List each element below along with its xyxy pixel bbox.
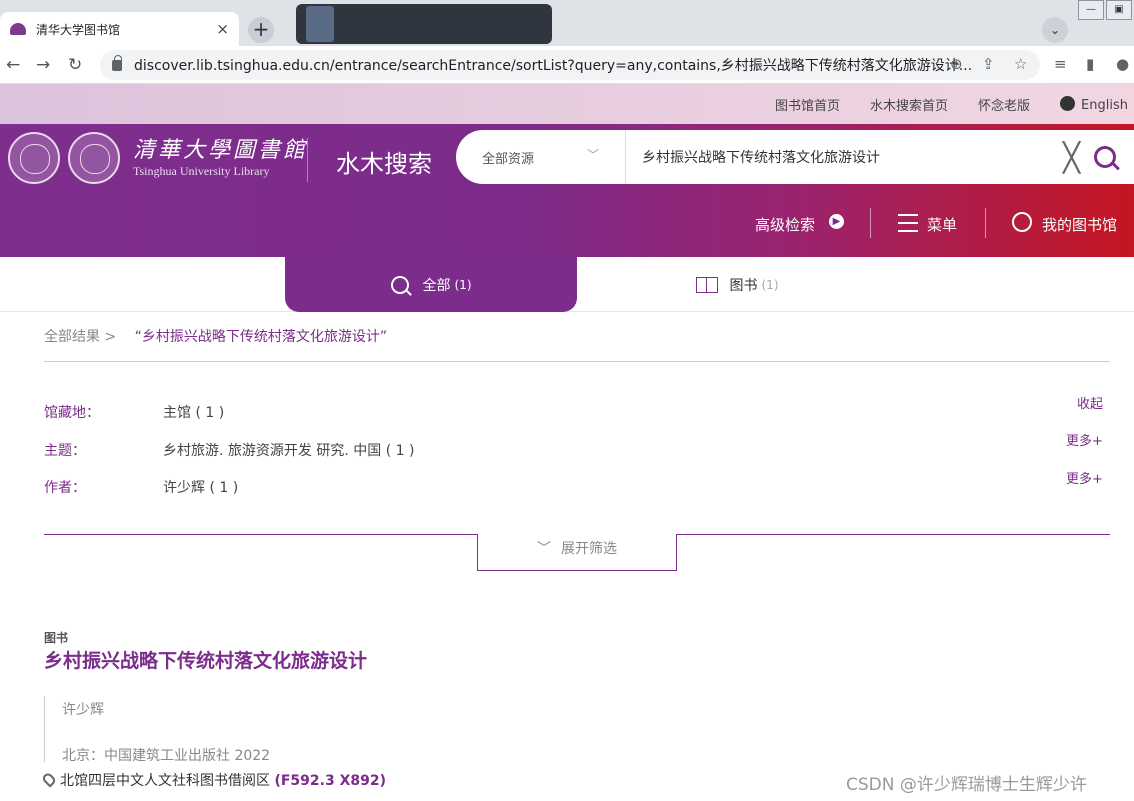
- facet-label-subject: 主题：: [44, 443, 86, 459]
- search-home-link[interactable]: 水木搜索首页: [870, 95, 948, 114]
- result-meta-bar: [44, 696, 45, 762]
- brand-title[interactable]: 水木搜索: [336, 144, 432, 179]
- my-library-link[interactable]: 我的图书馆: [1042, 214, 1117, 235]
- divider: [44, 361, 1110, 362]
- browser-tab-strip: 清华大学图书馆 × + ⌄ — ▣: [0, 0, 1134, 46]
- scope-select[interactable]: 全部资源 ﹀: [456, 130, 626, 184]
- minimize-button[interactable]: —: [1078, 0, 1104, 20]
- tab-all-label: 全部: [422, 277, 451, 294]
- tab-books-count: (1): [761, 277, 779, 292]
- reading-list-icon[interactable]: ≡: [1054, 55, 1067, 73]
- result-publisher: 北京：中国建筑工业出版社 2022: [62, 748, 271, 764]
- window-controls: — ▣: [1078, 0, 1132, 20]
- tab-search-button[interactable]: ⌄: [1042, 17, 1068, 43]
- location-pin-icon: [40, 771, 58, 788]
- star-icon[interactable]: ☆: [1014, 55, 1027, 73]
- university-seal-icon: [8, 132, 60, 184]
- library-building-icon: [68, 132, 120, 184]
- breadcrumb: 全部结果 > “乡村振兴战略下传统村落文化旅游设计”: [44, 326, 387, 346]
- more-subject-link[interactable]: 更多+: [1066, 430, 1103, 449]
- url-text: discover.lib.tsinghua.edu.cn/entrance/se…: [134, 58, 973, 74]
- logo-divider: [307, 138, 308, 182]
- tab-close-icon[interactable]: ×: [216, 20, 229, 38]
- result-location: 北馆四层中文人文社科图书借阅区 (F592.3 X892): [40, 770, 386, 790]
- result-tabs: 全部 (1) 图书 (1): [0, 257, 1134, 312]
- header-actions: 高级检索 ▶ 菜单 我的图书馆: [0, 208, 1134, 238]
- library-favicon-icon: [10, 23, 26, 35]
- library-logo-text[interactable]: 清華大學圖書館: [133, 132, 308, 164]
- menu-button[interactable]: 菜单: [927, 214, 957, 235]
- call-number: (F592.3 X892): [274, 773, 386, 789]
- tab-title: 清华大学图书馆: [36, 22, 121, 37]
- zoom-icon[interactable]: ⊕: [950, 55, 963, 73]
- result-author: 许少辉: [62, 702, 104, 718]
- watermark: CSDN @许少辉瑞博士生辉少许: [846, 775, 1087, 795]
- breadcrumb-root[interactable]: 全部结果 >: [44, 329, 116, 345]
- expand-filters-button[interactable]: ﹀ 展开筛选: [477, 534, 677, 571]
- result-type: 图书: [44, 631, 69, 645]
- profile-icon[interactable]: ●: [1116, 55, 1129, 73]
- top-links-bar: 图书馆首页 水木搜索首页 怀念老版 English: [0, 84, 1134, 124]
- english-link[interactable]: English: [1060, 95, 1128, 113]
- book-icon: [695, 276, 718, 293]
- result-title[interactable]: 乡村振兴战略下传统村落文化旅游设计: [44, 646, 367, 673]
- expand-line-right: [677, 534, 1110, 535]
- action-divider: [985, 208, 986, 238]
- video-thumbnail: [296, 4, 552, 44]
- facet-label-author: 作者：: [44, 480, 86, 496]
- facet-value-author[interactable]: 许少辉 ( 1 ): [163, 477, 238, 497]
- search-icon: [390, 275, 409, 294]
- library-logo-subtitle: Tsinghua University Library: [133, 164, 270, 178]
- facet-value-location[interactable]: 主馆 ( 1 ): [163, 402, 224, 422]
- collapse-link[interactable]: 收起: [1077, 393, 1103, 412]
- location-text: 北馆四层中文人文社科图书借阅区: [60, 773, 270, 789]
- reload-icon[interactable]: ↻: [68, 55, 82, 75]
- tab-all[interactable]: 全部 (1): [285, 257, 577, 312]
- search-input[interactable]: 乡村振兴战略下传统村落文化旅游设计: [626, 147, 1063, 167]
- globe-icon: [1060, 95, 1076, 111]
- person-thumbnail-icon: [306, 6, 334, 42]
- breadcrumb-query: “乡村振兴战略下传统村落文化旅游设计”: [134, 329, 388, 345]
- old-version-link[interactable]: 怀念老版: [978, 95, 1030, 114]
- url-bar[interactable]: discover.lib.tsinghua.edu.cn/entrance/se…: [100, 50, 1040, 80]
- search-box: 全部资源 ﹀ 乡村振兴战略下传统村落文化旅游设计 ╳: [456, 130, 1134, 184]
- chevron-down-icon: ﹀: [586, 148, 599, 162]
- clear-icon[interactable]: ╳: [1063, 141, 1080, 174]
- lock-icon: [112, 54, 122, 71]
- tab-books-label: 图书: [729, 277, 758, 294]
- site-header: 清華大學圖書館 Tsinghua University Library 水木搜索…: [0, 124, 1134, 257]
- tab-all-count: (1): [454, 277, 472, 292]
- new-tab-button[interactable]: +: [248, 17, 274, 43]
- expand-filters-label: 展开筛选: [561, 541, 617, 557]
- address-toolbar: ← → ↻ discover.lib.tsinghua.edu.cn/entra…: [0, 46, 1134, 84]
- tab-books[interactable]: 图书 (1): [577, 257, 897, 312]
- chevron-down-icon: ﹀: [537, 541, 551, 557]
- forward-arrow-icon[interactable]: →: [36, 55, 50, 75]
- action-divider: [870, 208, 871, 238]
- share-icon[interactable]: ⇪: [982, 55, 995, 73]
- search-icon[interactable]: [1094, 146, 1116, 168]
- arrow-right-circle-icon[interactable]: ▶: [829, 214, 844, 229]
- more-author-link[interactable]: 更多+: [1066, 468, 1103, 487]
- back-arrow-icon[interactable]: ←: [6, 55, 20, 75]
- library-home-link[interactable]: 图书馆首页: [775, 95, 840, 114]
- facet-value-subject[interactable]: 乡村旅游. 旅游资源开发 研究. 中国 ( 1 ): [163, 440, 414, 460]
- user-icon[interactable]: [1012, 212, 1032, 232]
- side-panel-icon[interactable]: ▮: [1086, 55, 1094, 73]
- menu-icon[interactable]: [898, 214, 918, 232]
- facet-label-location: 馆藏地：: [44, 405, 100, 421]
- scope-value: 全部资源: [482, 151, 535, 167]
- maximize-button[interactable]: ▣: [1106, 0, 1132, 20]
- browser-tab[interactable]: 清华大学图书馆 ×: [0, 12, 239, 46]
- expand-line-left: [44, 534, 477, 535]
- advanced-search-link[interactable]: 高级检索: [755, 214, 815, 235]
